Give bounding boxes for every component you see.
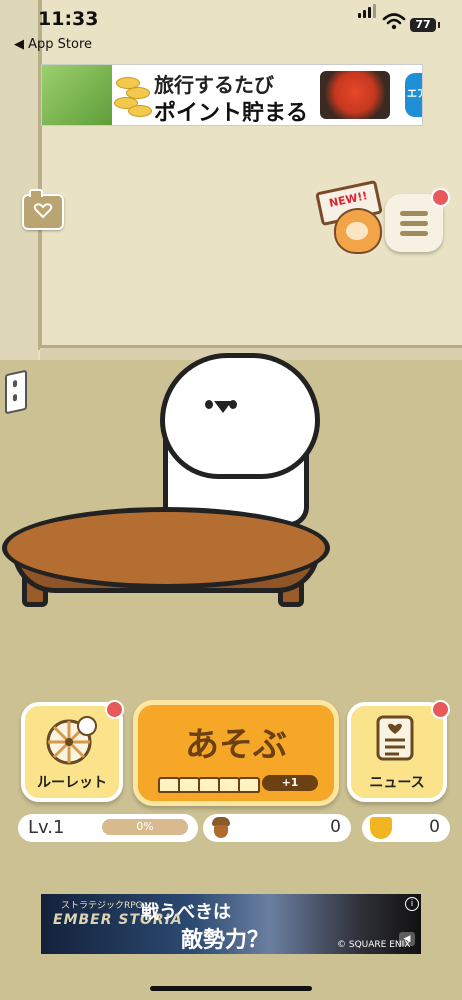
ad-headline-1: 旅行するたび: [154, 73, 274, 97]
news-label: ニュース: [369, 775, 425, 791]
character-beak: [214, 401, 232, 413]
acorn-icon: [211, 817, 231, 839]
ad-genre-text: ストラテジックRPG: [61, 901, 143, 911]
ad-headline-1: 戦うべきは: [141, 902, 231, 923]
coins-icon: [112, 73, 152, 117]
ad-headline-2: 敵勢力？: [181, 928, 270, 953]
document-icon: [376, 715, 414, 761]
low-table: [2, 507, 330, 589]
ad-travel-image: [42, 65, 112, 125]
pudding-icon: [238, 777, 260, 793]
bottom-ad-banner[interactable]: ストラテジックRPG EMBER STORIA 戦うべきは 敵勢力？ © SQU…: [41, 894, 421, 954]
ad-brand-logo: エアトリ: [405, 73, 422, 117]
gold-acorn-icon: [370, 817, 392, 839]
acorn-count: 0: [330, 817, 341, 837]
status-time: 11:33: [38, 8, 99, 30]
pudding-icon: [178, 777, 200, 793]
roulette-wheel-icon: [46, 716, 97, 765]
gold-acorn-count: 0: [429, 817, 440, 837]
status-bar: 11:33 ◀ App Store 77: [0, 0, 462, 54]
back-to-app-store[interactable]: ◀ App Store: [14, 37, 92, 52]
roulette-button[interactable]: ルーレット: [21, 700, 124, 802]
exp-progress-bar: 0%: [102, 819, 188, 835]
gold-acorn-counter: 0: [362, 814, 450, 842]
wifi-icon: [382, 13, 406, 30]
acorn-counter: 0: [203, 814, 351, 842]
top-ad-banner[interactable]: 旅行するたび ポイント貯まる エアトリ: [41, 64, 423, 126]
camera-icon: [33, 203, 53, 219]
camera-button[interactable]: [22, 189, 64, 230]
pudding-icon: [218, 777, 240, 793]
play-label: あそぶ: [185, 725, 287, 765]
ad-headline-2: ポイント貯まる: [154, 101, 309, 126]
character-head[interactable]: [160, 353, 320, 479]
ad-mute-icon[interactable]: ◀: [399, 932, 415, 946]
play-bonus-badge: +1: [262, 775, 318, 791]
room-wall: [0, 0, 462, 360]
pudding-icon: [198, 777, 220, 793]
news-notification-dot: [431, 700, 450, 719]
hamster-mascot[interactable]: [334, 208, 382, 254]
news-button[interactable]: ニュース: [347, 700, 450, 802]
menu-button[interactable]: [385, 188, 450, 252]
power-outlet: [5, 369, 27, 415]
level-text: Lv.1: [28, 817, 65, 838]
roulette-label: ルーレット: [37, 775, 107, 791]
home-indicator[interactable]: [150, 986, 312, 991]
roulette-notification-dot: [105, 700, 124, 719]
menu-notification-dot: [431, 188, 450, 207]
ad-info-icon[interactable]: i: [405, 897, 419, 911]
level-pill: Lv.1 0%: [18, 814, 198, 842]
character-eye-left: [205, 400, 213, 409]
play-button[interactable]: あそぶ +1: [133, 700, 339, 806]
pudding-icon: [158, 777, 180, 793]
ad-food-image: [320, 71, 390, 119]
battery-indicator: 77: [410, 18, 440, 32]
